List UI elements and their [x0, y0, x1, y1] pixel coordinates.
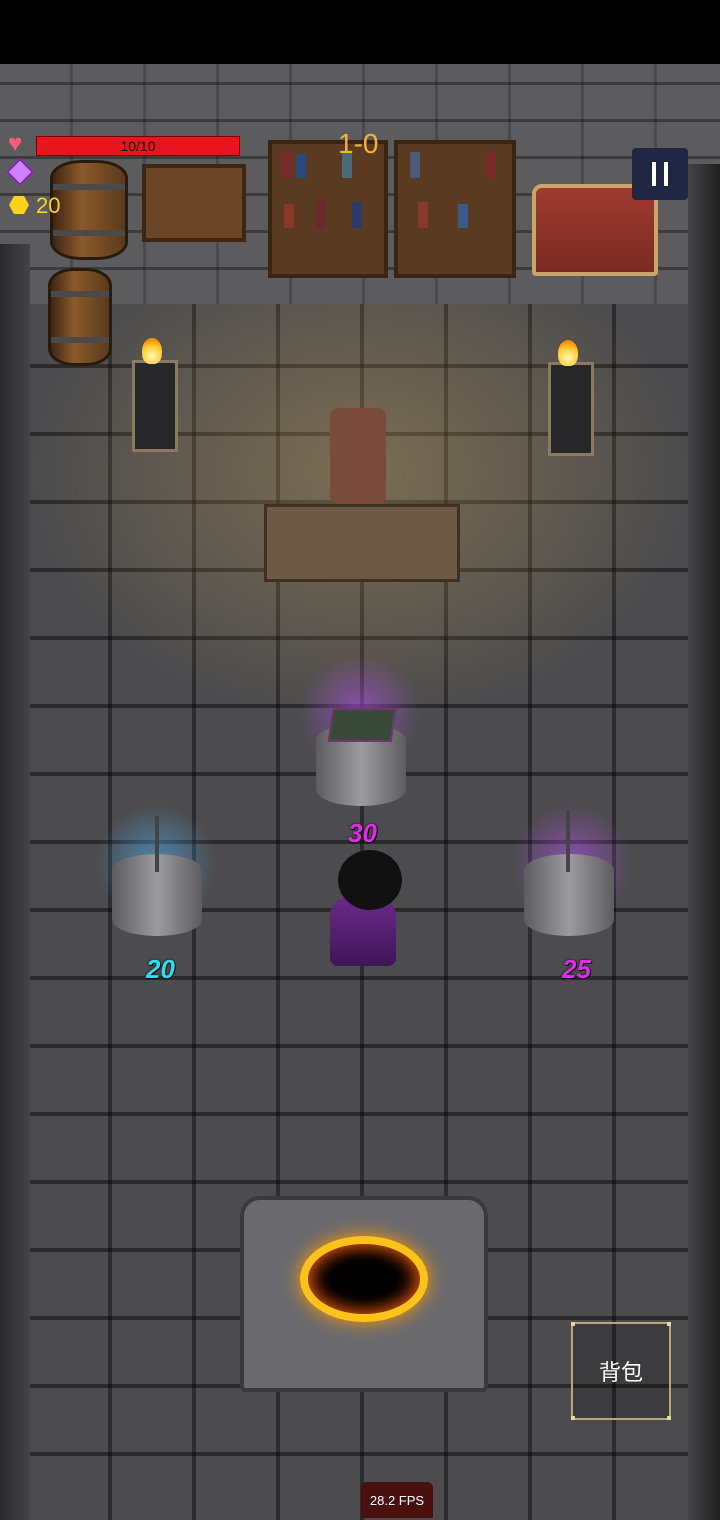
right-wall [688, 164, 720, 1520]
health-text: 10/10 [120, 138, 156, 154]
game-scene[interactable] [0, 64, 720, 1520]
barrel [48, 268, 112, 366]
player-hair [338, 850, 402, 910]
merchant-npc[interactable] [330, 408, 386, 504]
health-bar: 10/10 [36, 136, 240, 156]
pause-icon [652, 162, 656, 186]
torch-pedestal-right [548, 362, 594, 456]
barrel [50, 160, 128, 260]
inventory-button[interactable]: 背包 [571, 1322, 671, 1420]
fps-counter: 28.2 FPS [361, 1482, 433, 1518]
price-ice-staff: 20 [146, 954, 175, 984]
bookshelf [394, 140, 516, 278]
heart-icon: ♥ [8, 130, 23, 157]
fire-staff-icon[interactable] [566, 810, 570, 872]
price-spellbook: 30 [348, 818, 377, 848]
coin-count: 20 [36, 193, 61, 218]
exit-portal[interactable] [300, 1236, 428, 1322]
pause-button[interactable] [632, 148, 688, 200]
price-fire-staff: 25 [562, 954, 591, 984]
merchant-table [264, 504, 460, 582]
ice-staff-icon[interactable] [155, 816, 159, 872]
torch-pedestal-left [132, 360, 178, 452]
flame-icon [558, 340, 578, 366]
wooden-crate [142, 164, 246, 242]
level-indicator: 1-0 [338, 128, 379, 159]
bookshelf [268, 140, 388, 278]
pause-icon [664, 162, 668, 186]
spellbook-icon[interactable] [327, 708, 397, 742]
flame-icon [142, 338, 162, 364]
left-wall [0, 244, 30, 1520]
inventory-button-label: 背包 [598, 1360, 643, 1385]
